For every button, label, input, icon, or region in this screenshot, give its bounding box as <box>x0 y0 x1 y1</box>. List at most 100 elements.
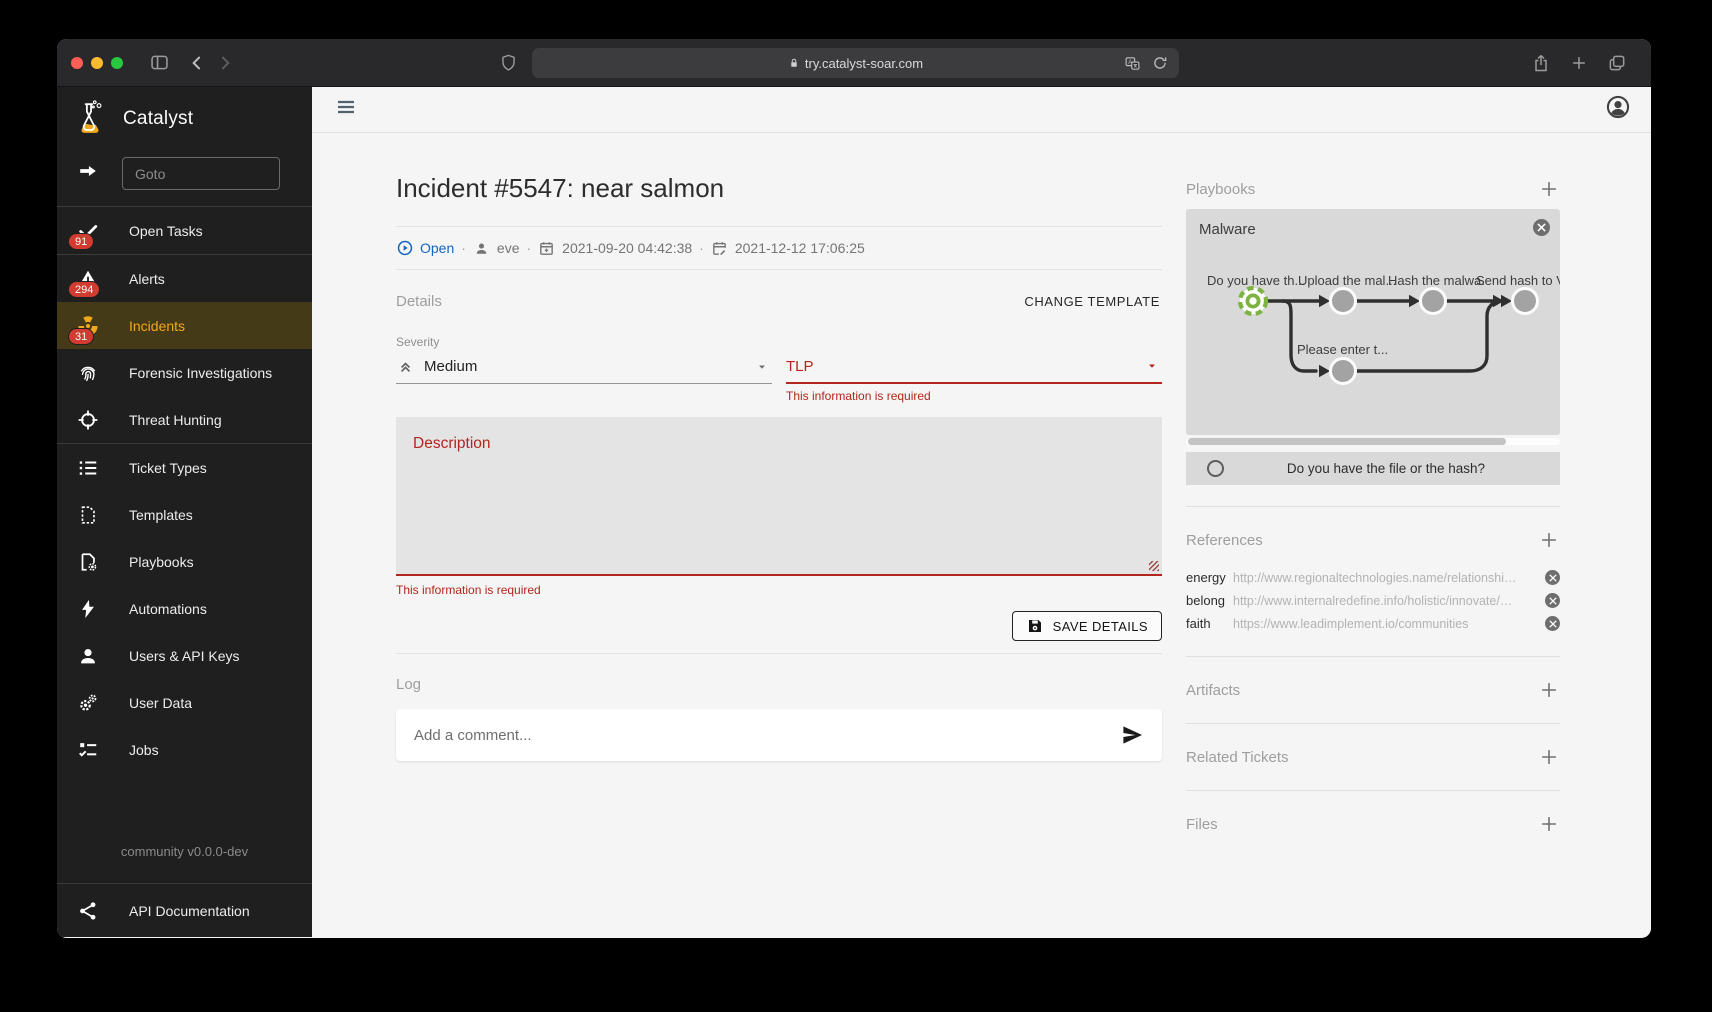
send-icon[interactable] <box>1120 723 1144 747</box>
references-section-label: References <box>1186 532 1263 549</box>
incident-detail: Incident #5547: near salmon Open · eve ·… <box>396 133 1162 937</box>
severity-label: Severity <box>396 335 772 350</box>
svg-text:Do you have th...: Do you have th... <box>1207 273 1305 288</box>
main-topbar <box>312 87 1651 133</box>
save-details-button[interactable]: SAVE DETAILS <box>1012 611 1162 641</box>
sidebar-item-api-documentation[interactable]: API Documentation <box>57 883 312 937</box>
catalyst-flask-logo-icon <box>71 97 109 142</box>
description-error-text: This information is required <box>396 583 1162 597</box>
svg-text:Send hash to V: Send hash to V <box>1476 273 1560 288</box>
reload-icon[interactable] <box>1149 52 1171 74</box>
divider <box>1186 723 1560 724</box>
modified-date-icon <box>711 240 728 257</box>
scrollbar-thumb[interactable] <box>1188 438 1506 445</box>
divider <box>1186 656 1560 657</box>
new-tab-icon[interactable] <box>1565 49 1593 77</box>
api-share-icon <box>76 899 100 923</box>
sidebar-item-automations[interactable]: Automations <box>57 585 312 632</box>
zoom-window-button[interactable] <box>111 57 123 69</box>
sidebar-item-templates[interactable]: Templates <box>57 491 312 538</box>
gears-icon <box>76 691 100 715</box>
remove-reference-button[interactable] <box>1545 616 1560 631</box>
reference-name: faith <box>1186 616 1233 631</box>
sidebar-item-alerts[interactable]: 294 Alerts <box>57 255 312 302</box>
right-panel: Playbooks Malware <box>1186 133 1560 937</box>
files-section-label: Files <box>1186 816 1218 833</box>
sidebar-item-playbooks[interactable]: Playbooks <box>57 538 312 585</box>
tlp-select[interactable]: TLP <box>786 350 1162 384</box>
add-playbook-button[interactable] <box>1538 178 1560 200</box>
account-icon[interactable] <box>1605 94 1631 125</box>
sidebar-item-user-data[interactable]: User Data <box>57 679 312 726</box>
list-icon <box>76 456 100 480</box>
browser-window: try.catalyst-soar.com A <box>57 39 1651 938</box>
severity-select[interactable]: Medium <box>396 350 772 384</box>
severity-medium-icon <box>396 357 415 376</box>
translate-icon[interactable]: A <box>1121 52 1143 74</box>
add-file-button[interactable] <box>1538 813 1560 835</box>
description-textarea[interactable]: Description <box>396 417 1162 576</box>
add-related-ticket-button[interactable] <box>1538 746 1560 768</box>
goto-input[interactable] <box>122 157 280 190</box>
reference-link[interactable]: http://www.internalredefine.info/holisti… <box>1233 594 1535 608</box>
status-chip[interactable]: Open <box>396 239 454 257</box>
owner-icon <box>473 240 490 257</box>
comment-input[interactable] <box>414 727 1120 744</box>
incidents-badge: 31 <box>68 328 94 345</box>
sidebar-item-open-tasks[interactable]: 91 Open Tasks <box>57 207 312 254</box>
resize-handle[interactable] <box>1149 561 1159 571</box>
tab-overview-icon[interactable] <box>1603 49 1631 77</box>
main-area: Incident #5547: near salmon Open · eve ·… <box>312 87 1651 937</box>
playbook-graph[interactable]: Do you have th... Upload the mal... Hash… <box>1186 209 1560 435</box>
details-section-label: Details <box>396 293 442 310</box>
sidebar-item-incidents[interactable]: 31 Incidents <box>57 302 312 349</box>
sidebar-item-jobs[interactable]: Jobs <box>57 726 312 773</box>
back-icon[interactable] <box>183 49 211 77</box>
related-tickets-section-label: Related Tickets <box>1186 749 1289 766</box>
playbook-task-row[interactable]: Do you have the file or the hash? <box>1186 452 1560 485</box>
reference-link[interactable]: https://www.leadimplement.io/communities <box>1233 617 1535 631</box>
add-artifact-button[interactable] <box>1538 679 1560 701</box>
playbook-start-node <box>1240 288 1266 314</box>
minimize-window-button[interactable] <box>91 57 103 69</box>
reference-link[interactable]: http://www.regionaltechnologies.name/rel… <box>1233 571 1535 585</box>
description-placeholder: Description <box>413 435 491 453</box>
add-reference-button[interactable] <box>1538 529 1560 551</box>
playbooks-section-label: Playbooks <box>1186 181 1255 198</box>
page-title: Incident #5547: near salmon <box>396 173 1162 204</box>
task-radio[interactable] <box>1207 460 1224 477</box>
remove-reference-button[interactable] <box>1545 570 1560 585</box>
change-template-button[interactable]: CHANGE TEMPLATE <box>1022 290 1162 313</box>
alerts-badge: 294 <box>68 281 100 298</box>
modified-timestamp: 2021-12-12 17:06:25 <box>735 240 865 256</box>
sidebar-item-users-api-keys[interactable]: Users & API Keys <box>57 632 312 679</box>
sidebar-item-forensic-investigations[interactable]: Forensic Investigations <box>57 349 312 396</box>
sidebar-item-ticket-types[interactable]: Ticket Types <box>57 444 312 491</box>
reference-name: belong <box>1186 593 1233 608</box>
bolt-icon <box>76 597 100 621</box>
crosshair-icon <box>76 408 100 432</box>
divider <box>396 269 1162 270</box>
reference-name: energy <box>1186 570 1233 585</box>
chevron-down-icon <box>756 361 768 373</box>
close-window-button[interactable] <box>71 57 83 69</box>
template-icon <box>76 503 100 527</box>
status-text: Open <box>420 240 454 256</box>
fingerprint-icon <box>76 361 100 385</box>
forward-icon[interactable] <box>211 49 239 77</box>
privacy-shield-icon[interactable] <box>494 49 522 77</box>
tlp-field: TLP This information is required <box>786 335 1162 403</box>
sidebar-item-threat-hunting[interactable]: Threat Hunting <box>57 396 312 443</box>
severity-value: Medium <box>424 358 477 375</box>
address-bar[interactable]: try.catalyst-soar.com A <box>532 48 1179 78</box>
goto-arrow-icon <box>77 160 99 187</box>
sidebar-toggle-icon[interactable] <box>145 49 173 77</box>
radiation-icon: 31 <box>76 314 100 338</box>
share-icon[interactable] <box>1527 49 1555 77</box>
svg-text:Please enter t...: Please enter t... <box>1297 342 1388 357</box>
svg-text:Upload the mal...: Upload the mal... <box>1298 273 1396 288</box>
created-timestamp: 2021-09-20 04:42:38 <box>562 240 692 256</box>
menu-icon[interactable] <box>334 95 358 124</box>
remove-reference-button[interactable] <box>1545 593 1560 608</box>
svg-text:Hash the malwa.: Hash the malwa. <box>1388 273 1485 288</box>
